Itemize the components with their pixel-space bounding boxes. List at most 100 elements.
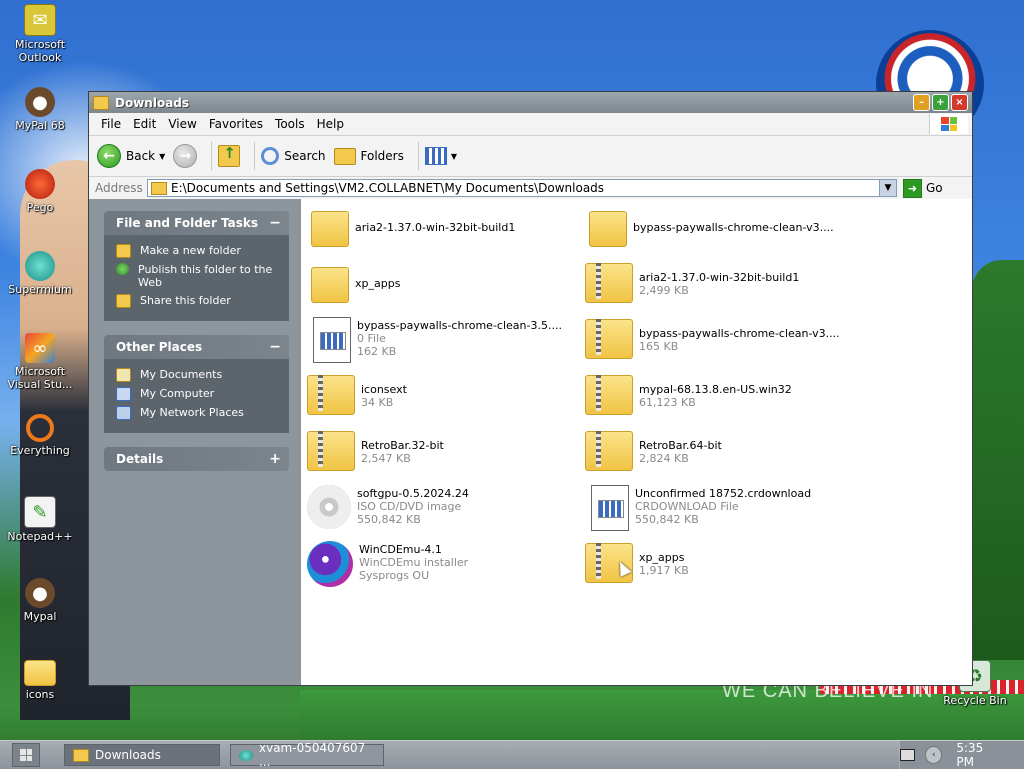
- collapse-icon[interactable]: −: [269, 215, 281, 231]
- clock[interactable]: 5:35 PM: [956, 741, 1002, 769]
- file-item[interactable]: aria2-1.37.0-win-32bit-build1 2,499 KB: [585, 263, 860, 303]
- desktop-icon-icons-folder[interactable]: icons: [0, 660, 80, 701]
- taskbar-button-downloads[interactable]: Downloads: [64, 744, 220, 766]
- file-size: 2,824 KB: [639, 452, 689, 465]
- desktop-icon-notepadpp[interactable]: ✎ Notepad++: [0, 496, 80, 543]
- place-my-computer[interactable]: My Computer: [116, 387, 281, 401]
- task-make-new-folder[interactable]: Make a new folder: [116, 244, 281, 258]
- folder-icon: [311, 267, 349, 303]
- views-icon: [424, 147, 447, 165]
- zip-folder-icon: [585, 319, 633, 359]
- zip-folder-icon: [307, 375, 355, 415]
- desktop-icon-label: MyPal 68: [15, 119, 65, 132]
- file-item[interactable]: bypass-paywalls-chrome-clean-3.5.... 0 F…: [307, 317, 582, 363]
- network-places-icon: [116, 406, 131, 420]
- file-item[interactable]: bypass-paywalls-chrome-clean-v3....: [585, 207, 860, 247]
- desktop-icon-label: Supermium: [8, 283, 72, 296]
- toolbar-separator: [417, 142, 419, 170]
- share-folder-icon: [116, 294, 131, 308]
- file-item[interactable]: bypass-paywalls-chrome-clean-v3.... 165 …: [585, 319, 860, 359]
- menu-tools[interactable]: Tools: [269, 117, 311, 131]
- explorer-window: Downloads – + × File Edit View Favorites…: [88, 91, 973, 686]
- file-item[interactable]: WinCDEmu-4.1 WinCDEmu installer Sysprogs…: [307, 541, 582, 587]
- keyboard-icon[interactable]: [900, 749, 916, 761]
- place-my-network-places[interactable]: My Network Places: [116, 406, 281, 420]
- desktop-icon-outlook[interactable]: ✉ Microsoft Outlook: [0, 4, 80, 64]
- up-button[interactable]: [218, 144, 241, 167]
- start-button[interactable]: [12, 743, 40, 767]
- collapse-icon[interactable]: −: [269, 339, 281, 355]
- pego-icon: [25, 169, 55, 199]
- desktop-icon-visual-studio[interactable]: ∞ Microsoft Visual Stu...: [0, 333, 80, 391]
- desktop-icon-everything[interactable]: Everything: [0, 414, 80, 457]
- file-type: CRDOWNLOAD File: [635, 500, 739, 513]
- desktop-icon-supermium[interactable]: Supermium: [0, 251, 80, 296]
- folders-button[interactable]: Folders: [333, 147, 404, 165]
- task-publish-folder[interactable]: Publish this folder to the Web: [116, 263, 281, 289]
- menu-edit[interactable]: Edit: [127, 117, 162, 131]
- desktop-icon-mypal68[interactable]: ● MyPal 68: [0, 87, 80, 132]
- go-button[interactable]: ➜ Go: [903, 178, 943, 198]
- folder-up-icon: [218, 144, 241, 167]
- taskbar-button-label: xvam-050407607 ...: [259, 741, 366, 769]
- address-dropdown-icon[interactable]: ▼: [879, 180, 896, 196]
- menu-favorites[interactable]: Favorites: [203, 117, 269, 131]
- file-item[interactable]: aria2-1.37.0-win-32bit-build1: [307, 207, 582, 247]
- notepadpp-icon: ✎: [24, 496, 56, 528]
- my-computer-icon: [116, 387, 131, 401]
- file-name: RetroBar.64-bit: [639, 439, 722, 452]
- file-item[interactable]: mypal-68.13.8.en-US.win32 61,123 KB: [585, 375, 860, 415]
- menu-file[interactable]: File: [95, 117, 127, 131]
- place-label: My Documents: [140, 368, 223, 381]
- file-name: softgpu-0.5.2024.24: [357, 487, 469, 500]
- windows-flag-icon: [941, 117, 957, 131]
- back-label: Back: [126, 149, 156, 163]
- minimize-button[interactable]: –: [913, 94, 930, 111]
- back-button[interactable]: ← Back ▼: [97, 144, 165, 168]
- desktop-icon-mypal[interactable]: ● Mypal: [0, 578, 80, 623]
- panel-header[interactable]: Details +: [104, 447, 289, 471]
- file-item[interactable]: RetroBar.32-bit 2,547 KB: [307, 431, 582, 471]
- file-size: 550,842 KB: [357, 513, 421, 526]
- file-item[interactable]: iconsext 34 KB: [307, 375, 582, 415]
- go-arrow-icon: ➜: [903, 178, 922, 198]
- panel-header[interactable]: Other Places −: [104, 335, 289, 359]
- details-panel: Details +: [104, 447, 289, 471]
- maximize-button[interactable]: +: [932, 94, 949, 111]
- task-label: Share this folder: [140, 294, 231, 307]
- file-company: Sysprogs OU: [359, 569, 430, 582]
- file-item[interactable]: RetroBar.64-bit 2,824 KB: [585, 431, 860, 471]
- file-name: xp_apps: [639, 551, 685, 564]
- forward-button[interactable]: →: [173, 144, 198, 168]
- expand-icon[interactable]: +: [269, 451, 281, 467]
- views-button[interactable]: ▼: [424, 147, 457, 165]
- tray-expand-icon[interactable]: ‹: [925, 746, 943, 764]
- desktop-icon-pego[interactable]: Pego: [0, 169, 80, 214]
- panel-header[interactable]: File and Folder Tasks −: [104, 211, 289, 235]
- file-item[interactable]: softgpu-0.5.2024.24 ISO CD/DVD image 550…: [307, 485, 582, 529]
- file-item[interactable]: Unconfirmed 18752.crdownload CRDOWNLOAD …: [585, 485, 860, 531]
- file-name: aria2-1.37.0-win-32bit-build1: [355, 221, 516, 234]
- place-label: My Computer: [140, 387, 215, 400]
- folder-icon: [24, 660, 56, 686]
- taskbar-button-xvam[interactable]: xvam-050407607 ...: [230, 741, 384, 769]
- task-pane: File and Folder Tasks − Make a new folde…: [89, 199, 301, 685]
- place-my-documents[interactable]: My Documents: [116, 368, 281, 382]
- title-bar[interactable]: Downloads – + ×: [89, 92, 972, 113]
- search-button[interactable]: Search: [261, 147, 326, 165]
- close-button[interactable]: ×: [951, 94, 968, 111]
- folder-icon: [73, 748, 89, 762]
- file-item[interactable]: xp_apps: [307, 263, 582, 303]
- folders-label: Folders: [360, 149, 404, 163]
- taskbar-button-label: Downloads: [95, 748, 161, 762]
- zip-folder-icon: [585, 431, 633, 471]
- address-input[interactable]: E:\Documents and Settings\VM2.COLLABNET\…: [147, 179, 897, 197]
- menu-help[interactable]: Help: [311, 117, 350, 131]
- desktop-icon-label: Microsoft Visual Stu...: [7, 365, 73, 391]
- task-share-folder[interactable]: Share this folder: [116, 294, 281, 308]
- window-content: File and Folder Tasks − Make a new folde…: [89, 199, 972, 685]
- menu-view[interactable]: View: [162, 117, 202, 131]
- zip-folder-icon: [585, 375, 633, 415]
- folder-icon: [93, 95, 109, 110]
- back-dropdown-icon[interactable]: ▼: [159, 152, 165, 161]
